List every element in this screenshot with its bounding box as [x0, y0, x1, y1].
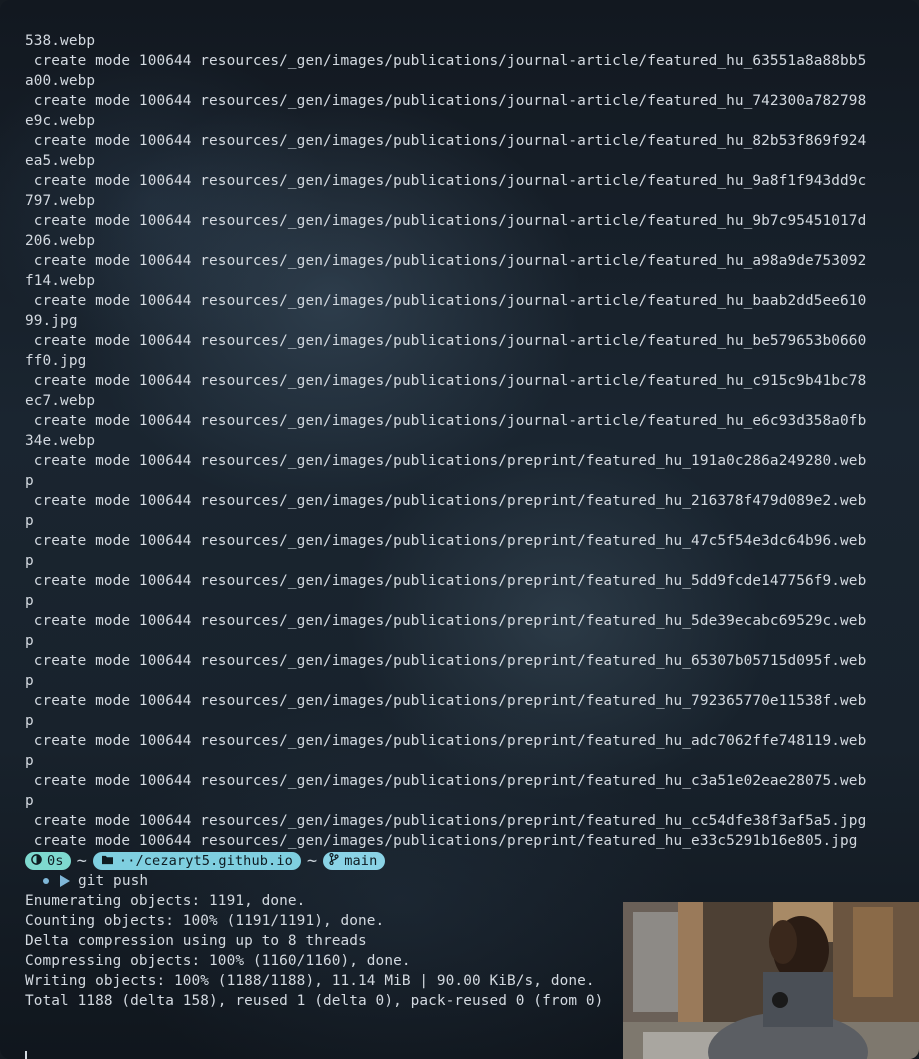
output-line: create mode 100644 resources/_gen/images… [25, 833, 858, 849]
output-line: ec7.webp [25, 393, 96, 409]
output-line: create mode 100644 resources/_gen/images… [25, 733, 867, 749]
terminal-content: 538.webp create mode 100644 resources/_g… [25, 31, 895, 1059]
output-line: create mode 100644 resources/_gen/images… [25, 653, 867, 669]
folder-icon [101, 851, 114, 871]
output-line: create mode 100644 resources/_gen/images… [25, 573, 867, 589]
output-line: create mode 100644 resources/_gen/images… [25, 533, 867, 549]
webcam-overlay [623, 902, 919, 1059]
output-line: p [25, 633, 34, 649]
output-line: create mode 100644 resources/_gen/images… [25, 693, 867, 709]
duration-text: 0s [47, 853, 64, 869]
output-line: a00.webp [25, 73, 96, 89]
output-line: create mode 100644 resources/_gen/images… [25, 133, 867, 149]
output-line: create mode 100644 resources/_gen/images… [25, 453, 867, 469]
terminal-window[interactable]: 538.webp create mode 100644 resources/_g… [0, 0, 919, 1059]
directory-path: ··/cezaryt5.github.io [118, 853, 293, 869]
output-line: p [25, 593, 34, 609]
git-branch-icon [329, 851, 339, 871]
output-line: create mode 100644 resources/_gen/images… [25, 173, 867, 189]
output-line: create mode 100644 resources/_gen/images… [25, 333, 867, 349]
output-line: create mode 100644 resources/_gen/images… [25, 53, 867, 69]
output-line: create mode 100644 resources/_gen/images… [25, 93, 867, 109]
output-line: p [25, 793, 34, 809]
command-line: git push [25, 871, 895, 891]
output-line: create mode 100644 resources/_gen/images… [25, 413, 867, 429]
output-line: p [25, 473, 34, 489]
timer-icon [31, 851, 42, 871]
output-line: e9c.webp [25, 113, 96, 129]
output-line: create mode 100644 resources/_gen/images… [25, 293, 867, 309]
output-line: 797.webp [25, 193, 96, 209]
output-line: p [25, 513, 34, 529]
output-line: create mode 100644 resources/_gen/images… [25, 373, 867, 389]
entered-command: git push [78, 873, 149, 889]
output-line: create mode 100644 resources/_gen/images… [25, 813, 867, 829]
duration-segment: 0s [25, 852, 71, 870]
output-line: ff0.jpg [25, 353, 87, 369]
output-line: create mode 100644 resources/_gen/images… [25, 773, 867, 789]
output-line: 206.webp [25, 233, 96, 249]
output-line: create mode 100644 resources/_gen/images… [25, 493, 867, 509]
prompt-caret-icon [60, 875, 70, 887]
prompt-separator-2: ~ [306, 851, 318, 871]
output-line: create mode 100644 resources/_gen/images… [25, 613, 867, 629]
branch-segment: main [323, 851, 386, 871]
git-commit-output: 538.webp create mode 100644 resources/_g… [25, 31, 895, 851]
output-line: 538.webp [25, 33, 96, 49]
shell-prompt: 0s ~ ··/cezaryt5.github.io ~ main [25, 851, 895, 871]
output-line: p [25, 713, 34, 729]
output-line: p [25, 673, 34, 689]
output-line: p [25, 553, 34, 569]
branch-name: main [344, 853, 378, 869]
output-line: p [25, 753, 34, 769]
webcam-feed-image [623, 902, 919, 1059]
output-line: create mode 100644 resources/_gen/images… [25, 213, 867, 229]
output-line: ea5.webp [25, 153, 96, 169]
status-dot-icon [43, 878, 49, 884]
prompt-separator: ~ [76, 851, 87, 871]
output-line: f14.webp [25, 273, 96, 289]
text-cursor [25, 1051, 27, 1059]
output-line: 99.jpg [25, 313, 78, 329]
output-line: 34e.webp [25, 433, 96, 449]
directory-segment: ··/cezaryt5.github.io [92, 851, 301, 871]
output-line: create mode 100644 resources/_gen/images… [25, 253, 867, 269]
